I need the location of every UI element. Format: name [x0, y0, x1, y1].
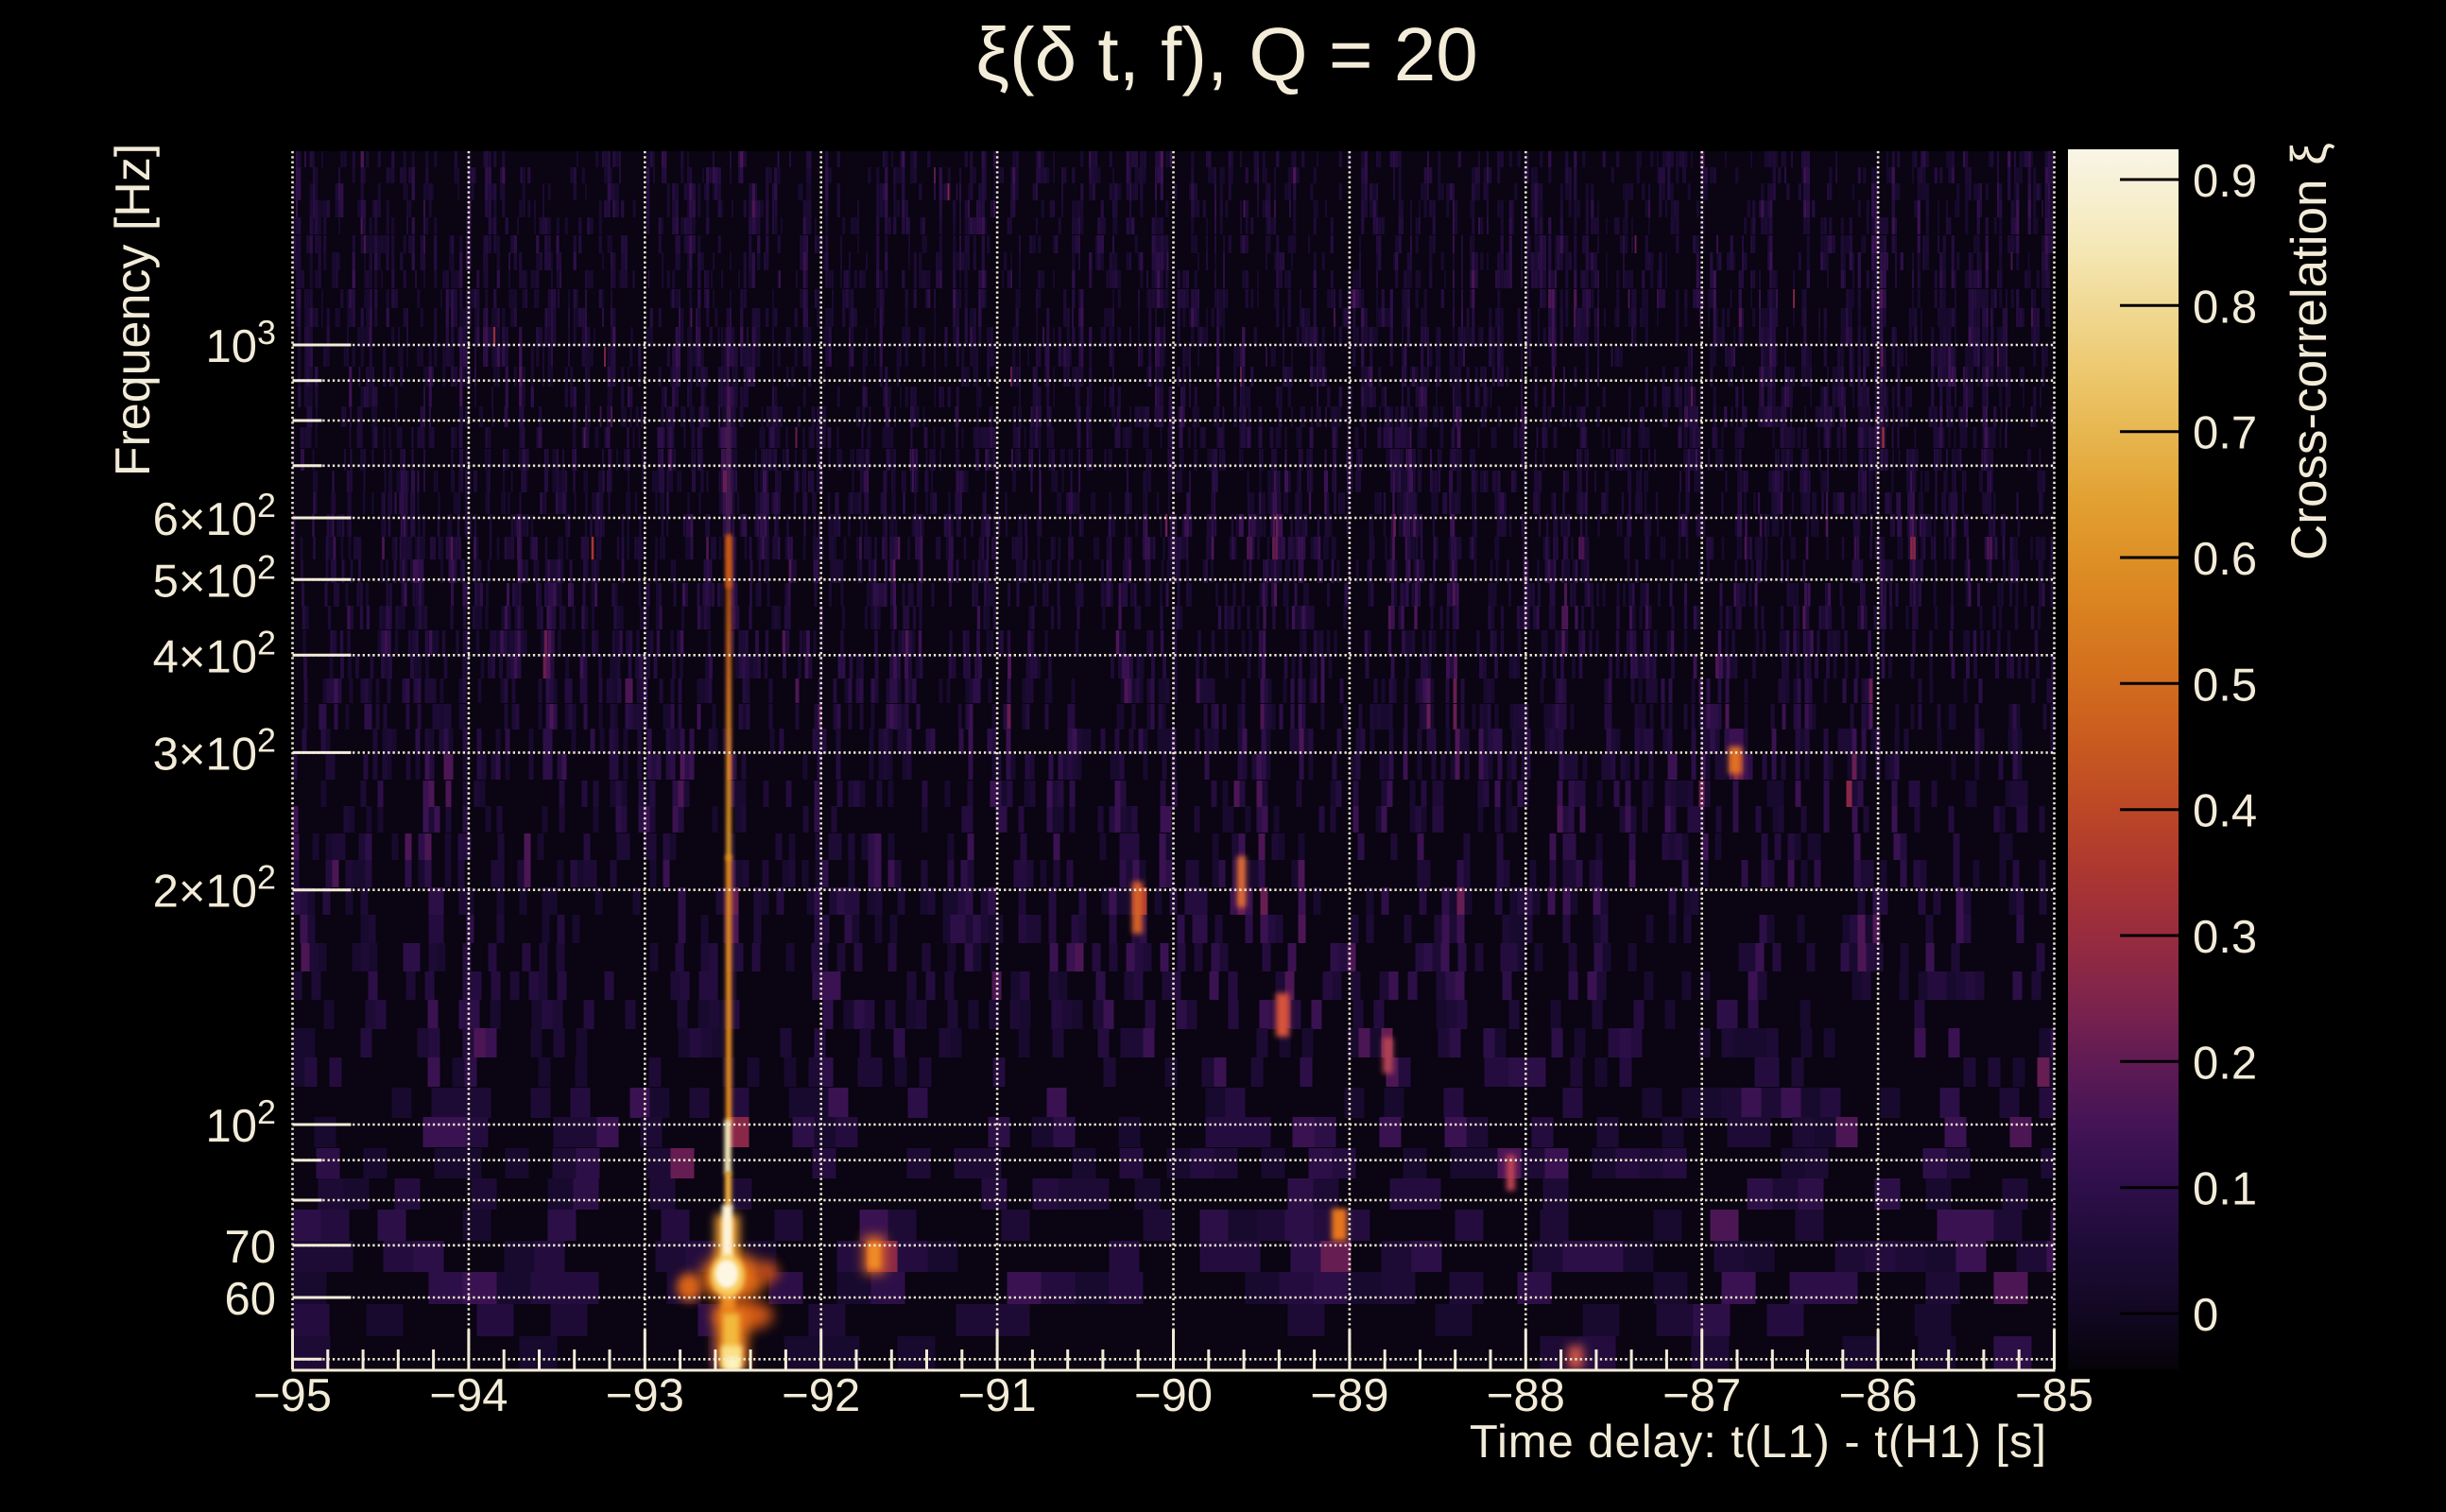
svg-text:−86: −86 [1839, 1370, 1918, 1421]
svg-text:−88: −88 [1487, 1370, 1565, 1421]
svg-text:0.3: 0.3 [2193, 912, 2257, 963]
svg-text:−95: −95 [253, 1370, 332, 1421]
svg-text:Cross-correlation ξ: Cross-correlation ξ [2282, 143, 2337, 560]
svg-text:70: 70 [224, 1222, 276, 1273]
svg-text:0.8: 0.8 [2193, 282, 2257, 333]
svg-text:0.4: 0.4 [2193, 786, 2257, 837]
svg-text:0.2: 0.2 [2193, 1038, 2257, 1089]
svg-text:−87: −87 [1662, 1370, 1741, 1421]
svg-text:Frequency [Hz]: Frequency [Hz] [106, 144, 161, 477]
svg-text:−89: −89 [1310, 1370, 1388, 1421]
svg-text:−85: −85 [2015, 1370, 2093, 1421]
svg-text:0.6: 0.6 [2193, 534, 2257, 585]
svg-text:ξ(δ t, f), Q = 20: ξ(δ t, f), Q = 20 [975, 12, 1478, 96]
svg-text:0: 0 [2193, 1290, 2218, 1341]
svg-text:0.1: 0.1 [2193, 1164, 2257, 1215]
svg-text:60: 60 [224, 1274, 276, 1325]
svg-text:0.9: 0.9 [2193, 156, 2257, 207]
svg-text:−92: −92 [782, 1370, 860, 1421]
svg-text:−93: −93 [606, 1370, 684, 1421]
svg-text:0.5: 0.5 [2193, 660, 2257, 711]
svg-text:−90: −90 [1134, 1370, 1213, 1421]
svg-text:−94: −94 [429, 1370, 508, 1421]
svg-text:Time delay: t(L1) - t(H1) [s]: Time delay: t(L1) - t(H1) [s] [1470, 1417, 2047, 1468]
svg-text:0.7: 0.7 [2193, 408, 2257, 459]
svg-text:−91: −91 [958, 1370, 1037, 1421]
